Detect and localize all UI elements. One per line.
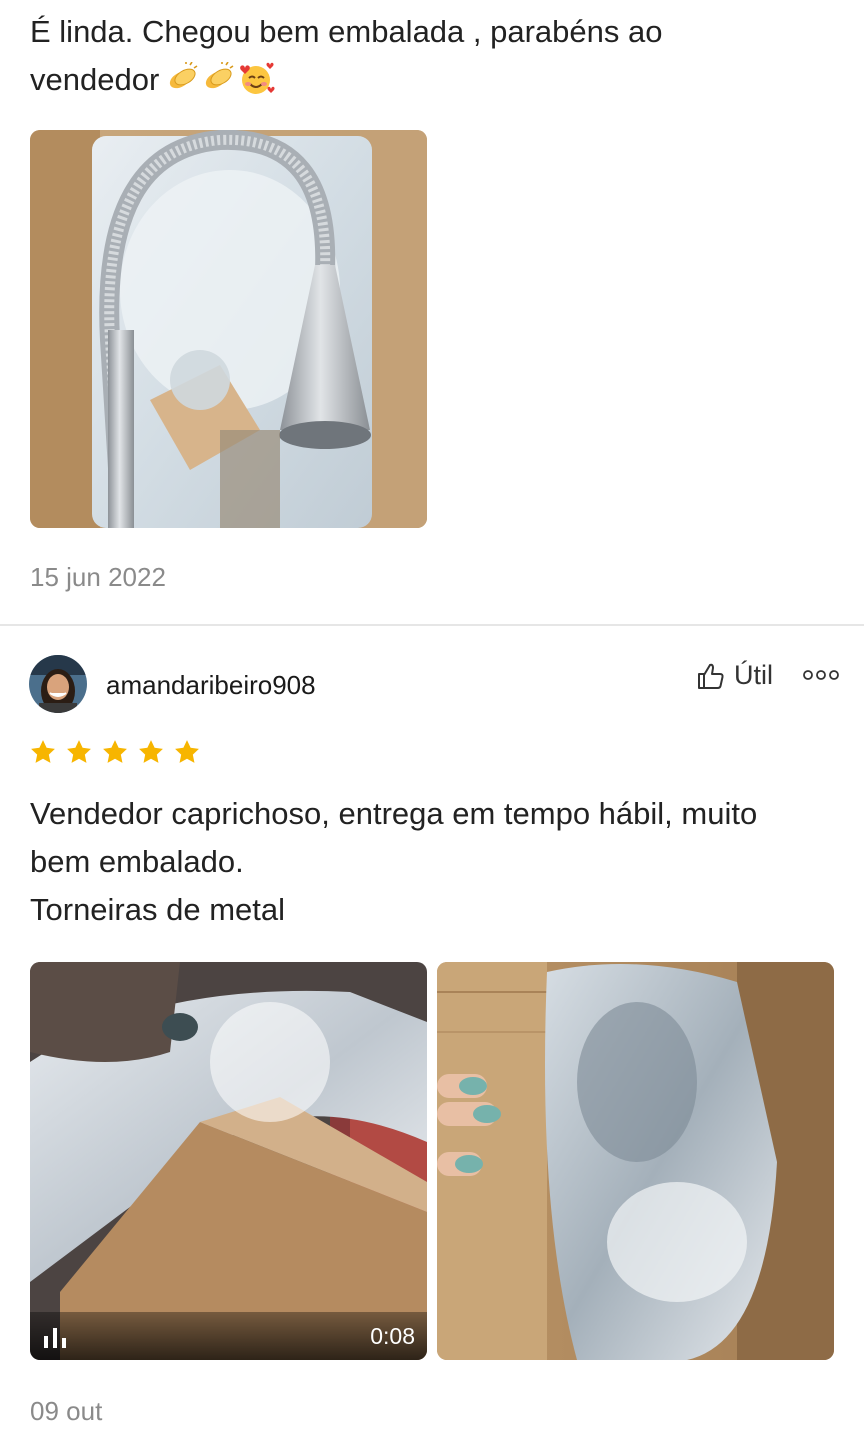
star-icon — [103, 740, 127, 763]
thumbs-up-icon — [698, 663, 724, 689]
avatar[interactable] — [29, 655, 87, 713]
reviewer-username[interactable]: amandaribeiro908 — [106, 670, 316, 701]
review-1-text-content: É linda. Chegou bem embalada , parabéns … — [30, 14, 663, 97]
more-options-button[interactable] — [803, 668, 839, 687]
star-icon — [175, 740, 199, 763]
star-icon — [139, 740, 163, 763]
review-1-date: 15 jun 2022 — [30, 562, 166, 592]
useful-button[interactable]: Útil — [696, 660, 773, 691]
clapping-hands-icon — [170, 61, 198, 88]
video-duration: 0:08 — [370, 1322, 415, 1349]
review-2: amandaribeiro908 Útil Vendedor caprichos… — [0, 626, 864, 1448]
star-icon — [67, 740, 91, 763]
review-1-emojis — [165, 61, 275, 96]
review-2-photo-image — [437, 962, 834, 1360]
star-icon — [31, 740, 55, 763]
review-2-video-thumbnail — [30, 962, 427, 1360]
review-1-photo-image — [30, 130, 427, 528]
video-controls-bar: 0:08 — [30, 1312, 427, 1360]
review-2-date: 09 out — [30, 1396, 103, 1426]
more-dots-icon — [803, 670, 839, 680]
smiling-face-with-hearts-icon — [240, 62, 275, 94]
review-2-photo[interactable] — [437, 962, 834, 1360]
review-1-body: É linda. Chegou bem embalada , parabéns … — [30, 8, 850, 104]
useful-label: Útil — [734, 660, 773, 690]
review-2-text: Vendedor caprichoso, entrega em tempo há… — [30, 796, 758, 927]
clapping-hands-icon — [206, 61, 234, 88]
review-1: É linda. Chegou bem embalada , parabéns … — [0, 0, 864, 626]
avatar-image — [29, 655, 87, 713]
review-1-photo[interactable] — [30, 130, 427, 528]
review-2-video[interactable]: 0:08 — [30, 962, 427, 1360]
audio-bars-icon — [44, 1328, 66, 1348]
review-1-text: É linda. Chegou bem embalada , parabéns … — [30, 8, 850, 104]
star-rating — [29, 738, 201, 766]
